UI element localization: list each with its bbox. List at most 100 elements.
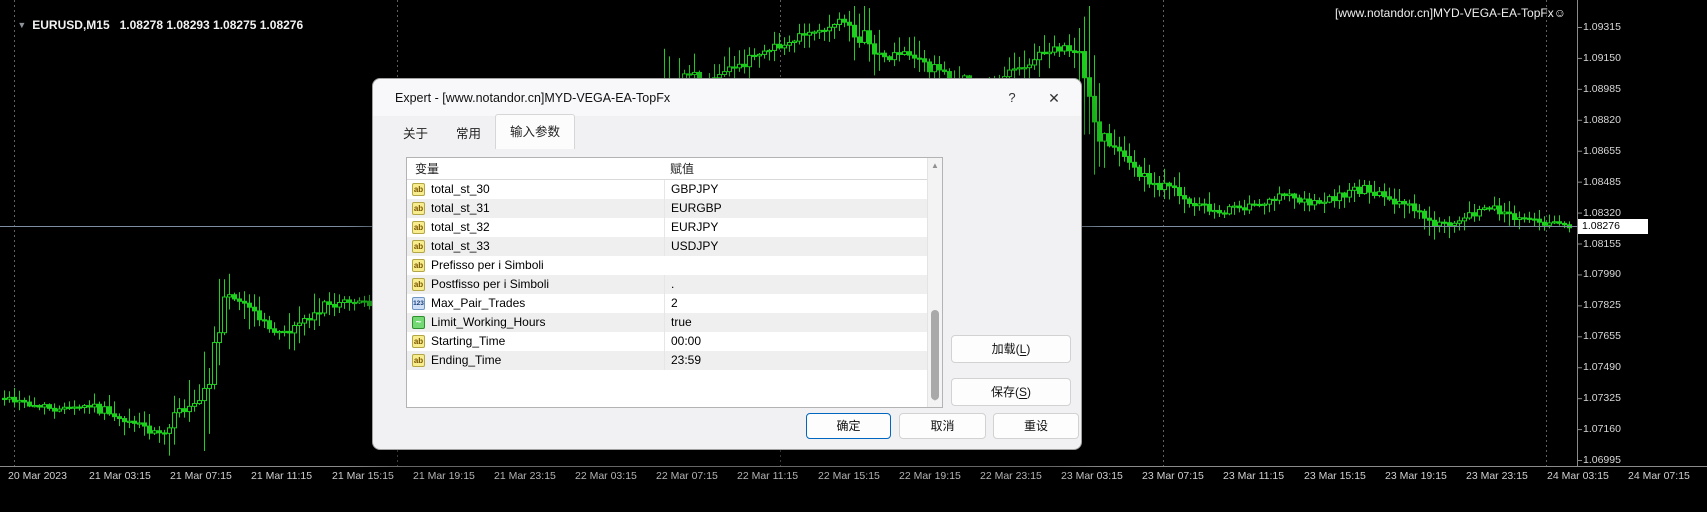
table-row[interactable]: ~ Limit_Working_Hours true (407, 313, 927, 332)
price-axis-label: 1.08155 (1583, 237, 1621, 250)
time-axis-label: 22 Mar 07:15 (656, 470, 718, 482)
price-axis-label: 1.08320 (1583, 206, 1621, 219)
param-value[interactable]: 2 (664, 294, 927, 313)
table-row[interactable]: ab total_st_33 USDJPY (407, 237, 927, 256)
price-axis-label: 1.06995 (1583, 454, 1621, 467)
price-axis-label: 1.07490 (1583, 361, 1621, 374)
scrollbar-thumb[interactable] (931, 310, 939, 400)
time-axis-label: 22 Mar 03:15 (575, 470, 637, 482)
table-scrollbar[interactable]: ▲ ▼ (927, 158, 942, 407)
param-value[interactable]: true (664, 313, 927, 332)
scroll-up-icon[interactable]: ▲ (928, 160, 942, 172)
time-axis-label: 23 Mar 19:15 (1385, 470, 1447, 482)
tab-常用[interactable]: 常用 (442, 117, 495, 149)
close-icon[interactable]: ✕ (1043, 88, 1065, 108)
time-axis-label: 22 Mar 23:15 (980, 470, 1042, 482)
chart-dropdown-icon[interactable]: ▼ (17, 20, 26, 30)
param-name: total_st_32 (431, 220, 490, 234)
parameters-table: 变量 赋值 ab total_st_30 GBPJPY ab total_st_31 EU… (406, 157, 943, 408)
price-axis-label: 1.08820 (1583, 113, 1621, 126)
param-value[interactable]: USDJPY (664, 237, 927, 256)
cancel-button[interactable]: 取消 (899, 413, 986, 439)
time-axis-label: 21 Mar 19:15 (413, 470, 475, 482)
param-name: Starting_Time (431, 334, 506, 348)
symbol-period: EURUSD,M15 (32, 18, 110, 32)
param-name: Prefisso per i Simboli (431, 258, 544, 272)
param-value[interactable]: 23:59 (664, 351, 927, 370)
price-axis-label: 1.08485 (1583, 175, 1621, 188)
table-row[interactable]: 123 Max_Pair_Trades 2 (407, 294, 927, 313)
price-axis-label: 1.07325 (1583, 392, 1621, 405)
price-axis-label: 1.07990 (1583, 268, 1621, 281)
table-rows: ab total_st_30 GBPJPY ab total_st_31 EURGBP ab… (407, 180, 927, 370)
str-param-icon: ab (412, 240, 425, 253)
table-header: 变量 赋值 (407, 158, 927, 180)
table-row[interactable]: ab Starting_Time 00:00 (407, 332, 927, 351)
time-axis-label: 21 Mar 07:15 (170, 470, 232, 482)
dialog-title: Expert - [www.notandor.cn]MYD-VEGA-EA-To… (395, 91, 671, 105)
time-axis-label: 24 Mar 07:15 (1628, 470, 1690, 482)
tab-输入参数[interactable]: 输入参数 (495, 114, 576, 149)
param-value[interactable]: 00:00 (664, 332, 927, 351)
table-row[interactable]: ab total_st_32 EURJPY (407, 218, 927, 237)
ohlc-values: 1.08278 1.08293 1.08275 1.08276 (119, 18, 304, 32)
time-axis-label: 21 Mar 23:15 (494, 470, 556, 482)
price-axis-label: 1.08655 (1583, 144, 1621, 157)
param-value[interactable]: EURJPY (664, 218, 927, 237)
time-axis-label: 22 Mar 15:15 (818, 470, 880, 482)
str-param-icon: ab (412, 354, 425, 367)
expert-settings-dialog: Expert - [www.notandor.cn]MYD-VEGA-EA-To… (372, 78, 1082, 450)
load-button[interactable]: 加载(L) (951, 335, 1071, 363)
time-axis-label: 21 Mar 03:15 (89, 470, 151, 482)
param-name: total_st_30 (431, 182, 490, 196)
param-name: Max_Pair_Trades (431, 296, 526, 310)
table-row[interactable]: ab Ending_Time 23:59 (407, 351, 927, 370)
table-row[interactable]: ab Prefisso per i Simboli (407, 256, 927, 275)
price-axis-label: 1.07160 (1583, 423, 1621, 436)
dialog-titlebar[interactable]: Expert - [www.notandor.cn]MYD-VEGA-EA-To… (373, 79, 1081, 117)
param-name: Limit_Working_Hours (431, 315, 546, 329)
price-axis-label: 1.09150 (1583, 51, 1621, 64)
mt4-chart-window: ▼ EURUSD,M15 1.08278 1.08293 1.08275 1.082… (0, 0, 1707, 512)
ok-button[interactable]: 确定 (806, 413, 891, 439)
param-value[interactable]: EURGBP (664, 199, 927, 218)
column-header-value: 赋值 (670, 162, 695, 176)
help-button[interactable]: ? (1001, 88, 1023, 108)
price-axis-label: 1.09315 (1583, 21, 1621, 33)
int-param-icon: 123 (412, 297, 425, 310)
time-axis-label: 22 Mar 19:15 (899, 470, 961, 482)
param-value[interactable]: . (664, 275, 927, 294)
table-row[interactable]: ab Postfisso per i Simboli. (407, 275, 927, 294)
price-axis-label: 1.08985 (1583, 82, 1621, 95)
tab-strip: 关于 常用 输入参数 (389, 114, 576, 149)
str-param-icon: ab (412, 278, 425, 291)
time-axis-label: 23 Mar 07:15 (1142, 470, 1204, 482)
str-param-icon: ab (412, 335, 425, 348)
param-value[interactable]: GBPJPY (664, 180, 927, 199)
str-param-icon: ab (412, 183, 425, 196)
str-param-icon: ab (412, 202, 425, 215)
time-axis-label: 23 Mar 03:15 (1061, 470, 1123, 482)
str-param-icon: ab (412, 259, 425, 272)
save-button[interactable]: 保存(S) (951, 378, 1071, 406)
time-axis-label: 23 Mar 15:15 (1304, 470, 1366, 482)
bool-param-icon: ~ (412, 316, 425, 329)
str-param-icon: ab (412, 221, 425, 234)
param-name: Ending_Time (431, 353, 502, 367)
time-axis-label: 21 Mar 15:15 (332, 470, 394, 482)
reset-button[interactable]: 重设 (993, 413, 1079, 439)
time-axis-label: 23 Mar 23:15 (1466, 470, 1528, 482)
table-row[interactable]: ab total_st_31 EURGBP (407, 199, 927, 218)
table-row[interactable]: ab total_st_30 GBPJPY (407, 180, 927, 199)
price-axis-label: 1.07825 (1583, 299, 1621, 312)
param-name: total_st_31 (431, 201, 490, 215)
tab-关于[interactable]: 关于 (389, 117, 442, 149)
time-axis-label: 21 Mar 11:15 (251, 470, 313, 482)
current-price-tag: 1.08276 (1578, 219, 1648, 234)
param-name: total_st_33 (431, 239, 490, 253)
time-axis-label: 24 Mar 03:15 (1547, 470, 1609, 482)
time-axis-label: 23 Mar 11:15 (1223, 470, 1285, 482)
ea-title-label: [www.notandor.cn]MYD-VEGA-EA-TopFx☺ (1334, 6, 1566, 20)
time-axis-label: 22 Mar 11:15 (737, 470, 799, 482)
time-axis-label: 20 Mar 2023 (8, 470, 67, 482)
